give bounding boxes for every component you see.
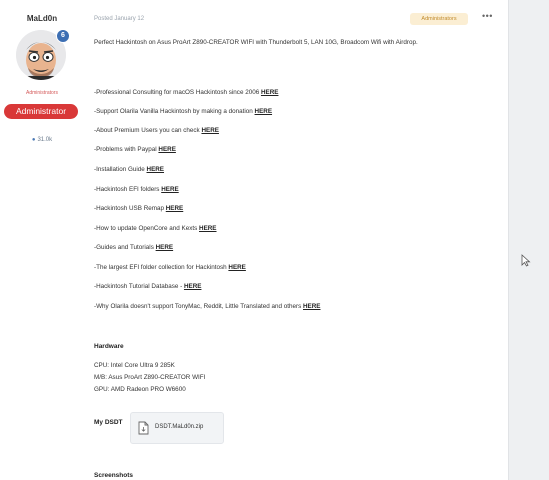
avatar-container[interactable]: 6 [16,29,70,80]
here-link[interactable]: HERE [156,244,174,251]
list-item: -Hackintosh EFI folders HERE [94,186,179,193]
here-link[interactable]: HERE [147,166,165,173]
list-item: -Hackintosh USB Remap HERE [94,205,184,212]
list-item: -Problems with Paypal HERE [94,146,176,153]
here-link[interactable]: HERE [161,186,179,193]
here-link[interactable]: HERE [201,127,219,134]
list-item: -Hackintosh Tutorial Database - HERE [94,283,202,290]
hardware-line: GPU: AMD Radeon PRO W6600 [94,386,186,393]
list-item: -Guides and Tutorials HERE [94,244,174,251]
list-item: -How to update OpenCore and Kexts HERE [94,225,217,232]
post-intro: Perfect Hackintosh on Asus ProArt Z890-C… [94,39,418,46]
here-link[interactable]: HERE [228,264,246,271]
mouse-pointer-icon [521,254,531,267]
hardware-line: M/B: Asus ProArt Z890-CREATOR WIFI [94,374,206,381]
group-title: Administrators [26,90,58,96]
badge-count-icon: 6 [56,29,70,43]
list-item: -Support Olarila Vanilla Hackintosh by m… [94,108,273,115]
attachment-filename[interactable]: DSDT.MaLd0n.zip [155,424,203,430]
posted-date[interactable]: Posted January 12 [94,16,144,22]
more-options-button[interactable]: ••• [482,11,493,21]
list-item: -About Premium Users you can check HERE [94,127,219,134]
here-link[interactable]: HERE [158,146,176,153]
file-icon [138,421,149,435]
author-name[interactable]: MaLd0n [0,14,84,23]
list-item: -Professional Consulting for macOS Hacki… [94,89,279,96]
dsdt-heading: My DSDT [94,419,123,426]
here-link[interactable]: HERE [261,89,279,96]
dsdt-attachment[interactable]: DSDT.MaLd0n.zip [130,412,224,444]
post-body: Perfect Hackintosh on Asus ProArt Z890-C… [94,38,496,48]
comment-icon: ● [31,137,36,143]
screenshots-heading: Screenshots [94,472,134,479]
post-count: ● 31.0k [0,137,84,143]
list-item: -Why Olarila doesn't support TonyMac, Re… [94,303,321,310]
here-link[interactable]: HERE [303,303,321,310]
here-link[interactable]: HERE [184,283,202,290]
list-item: -The largest EFI folder collection for H… [94,264,246,271]
administrator-badge: Administrator [4,104,78,119]
role-badge: Administrators [410,13,468,25]
here-link[interactable]: HERE [199,225,217,232]
hardware-line: CPU: Intel Core Ultra 9 285K [94,362,175,369]
list-item: -Installation Guide HERE [94,166,165,173]
post-count-value: 31.0k [37,137,53,143]
here-link[interactable]: HERE [255,108,273,115]
hardware-heading: Hardware [94,343,124,350]
right-side-panel [508,0,549,480]
here-link[interactable]: HERE [166,205,184,212]
